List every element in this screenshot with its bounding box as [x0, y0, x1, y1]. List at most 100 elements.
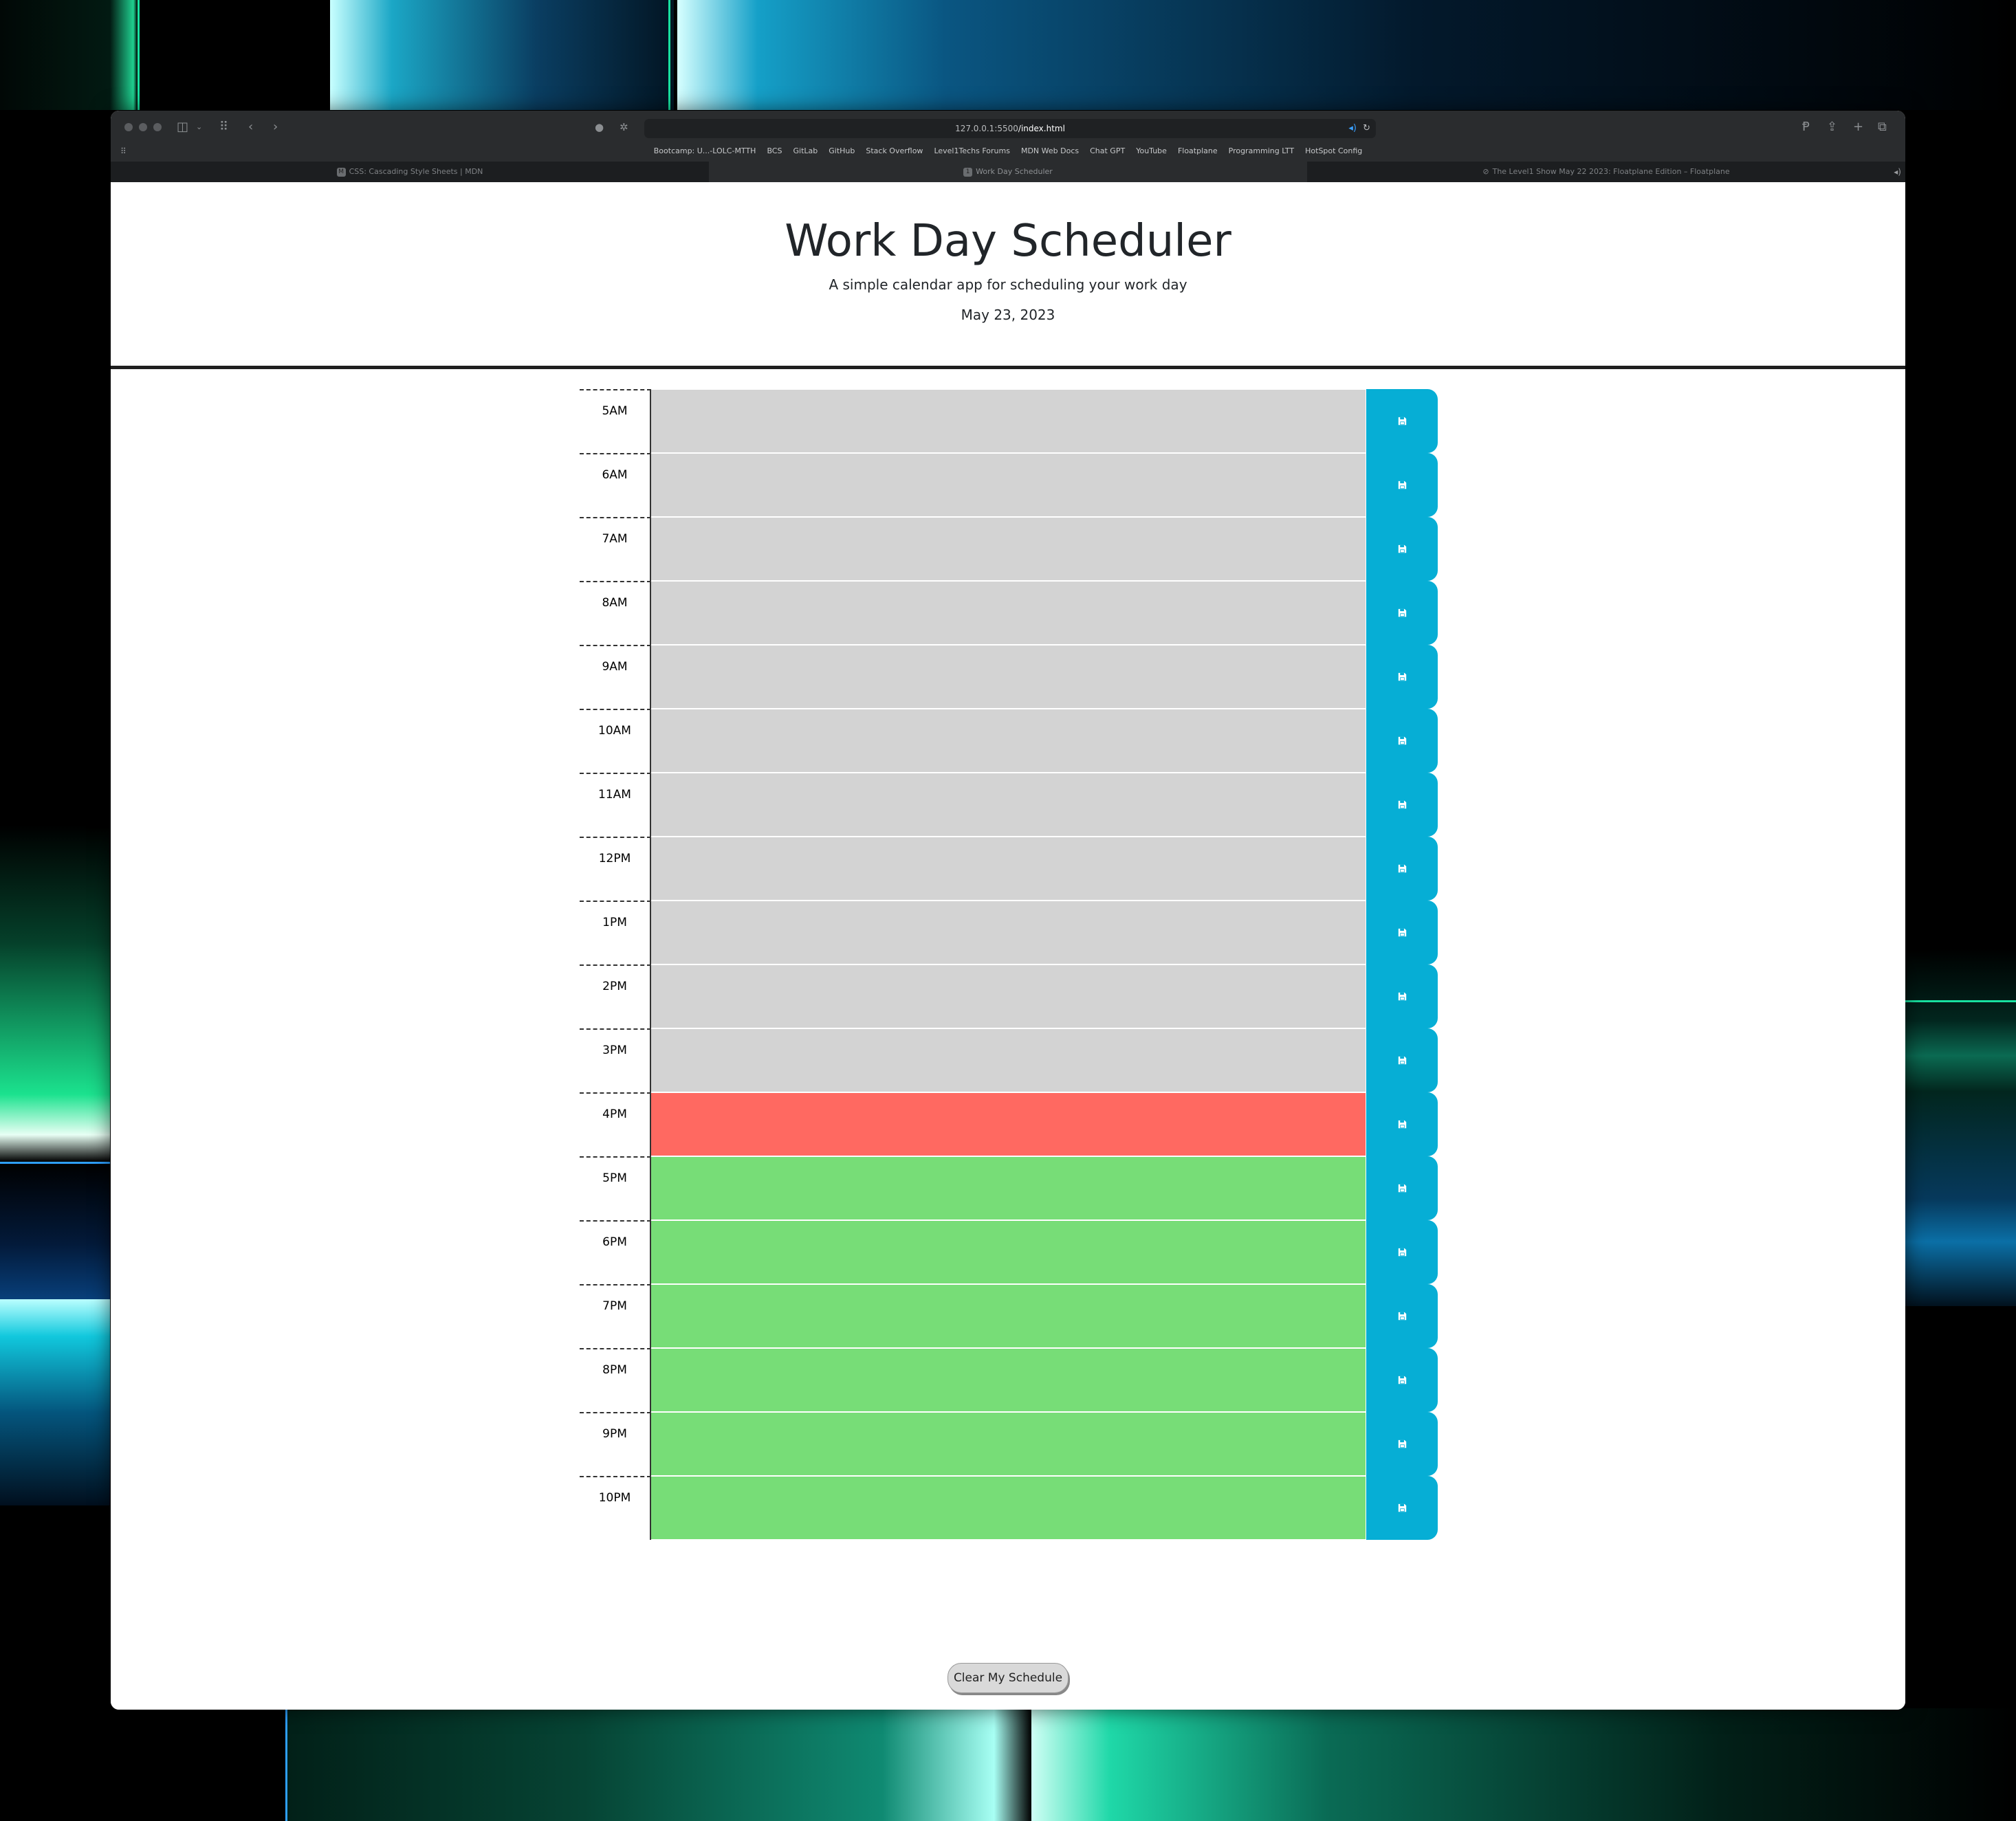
tab-label: The Level1 Show May 22 2023: Floatplane …: [1492, 167, 1730, 176]
save-button[interactable]: [1366, 389, 1438, 453]
wallpaper-left-dark: [0, 1505, 110, 1821]
forward-icon[interactable]: ›: [273, 118, 278, 136]
tabs-icon[interactable]: ⧉: [1878, 118, 1887, 136]
extension-b-icon[interactable]: Ᵽ: [1802, 118, 1810, 136]
save-button[interactable]: [1366, 1220, 1438, 1284]
event-description-textarea[interactable]: [651, 1348, 1366, 1412]
wallpaper-line: [668, 0, 670, 110]
bookmark-item[interactable]: Floatplane: [1178, 144, 1218, 159]
event-description-textarea[interactable]: [651, 453, 1366, 517]
address-bar[interactable]: 127.0.0.1:5500/index.html ◂) ↻: [644, 119, 1376, 138]
bookmark-item[interactable]: Level1Techs Forums: [934, 144, 1010, 159]
event-description-textarea[interactable]: [651, 1156, 1366, 1220]
hour-label: 4PM: [580, 1092, 651, 1156]
event-description-textarea[interactable]: [651, 901, 1366, 964]
time-block-row: 4PM: [580, 1092, 1438, 1156]
time-block-row: 10PM: [580, 1476, 1438, 1540]
save-button[interactable]: [1366, 1028, 1438, 1092]
save-button[interactable]: [1366, 709, 1438, 773]
sidebar-icon[interactable]: ◫: [177, 118, 188, 136]
time-block-row: 12PM: [580, 837, 1438, 901]
hour-label: 6PM: [580, 1220, 651, 1284]
bookmark-item[interactable]: Stack Overflow: [866, 144, 923, 159]
url-host: 127.0.0.1:5500: [955, 124, 1018, 133]
speaker-icon[interactable]: ◂): [1348, 119, 1357, 138]
save-button[interactable]: [1366, 1412, 1438, 1476]
bookmark-item[interactable]: Bootcamp: U...-LOLC-MTTH: [654, 144, 756, 159]
bookmark-item[interactable]: MDN Web Docs: [1021, 144, 1079, 159]
audio-playing-icon[interactable]: ◂): [1894, 162, 1901, 182]
hour-label: 1PM: [580, 901, 651, 964]
url-path: /index.html: [1018, 124, 1065, 133]
save-button[interactable]: [1366, 1156, 1438, 1220]
event-description-textarea[interactable]: [651, 1476, 1366, 1540]
save-button[interactable]: [1366, 1284, 1438, 1348]
clear-schedule-button[interactable]: Clear My Schedule: [947, 1663, 1069, 1693]
wallpaper-line: [1905, 1000, 2016, 1002]
wallpaper-bottom-right: [1031, 1708, 2016, 1821]
chevron-down-icon[interactable]: ⌄: [196, 118, 202, 136]
tab-floatplane[interactable]: ⊘ The Level1 Show May 22 2023: Floatplane…: [1307, 162, 1905, 182]
close-window-button[interactable]: [124, 123, 133, 131]
floppy-disk-icon: [1398, 1312, 1407, 1321]
save-button[interactable]: [1366, 517, 1438, 581]
save-button[interactable]: [1366, 645, 1438, 709]
mdn-favicon-icon: M: [336, 167, 346, 177]
event-description-textarea[interactable]: [651, 389, 1366, 453]
save-button[interactable]: [1366, 581, 1438, 645]
floppy-disk-icon: [1398, 1503, 1407, 1512]
bookmark-item[interactable]: GitLab: [793, 144, 818, 159]
hour-label: 10AM: [580, 709, 651, 773]
time-block-row: 8AM: [580, 581, 1438, 645]
save-button[interactable]: [1366, 1348, 1438, 1412]
save-button[interactable]: [1366, 901, 1438, 964]
floppy-disk-icon: [1398, 672, 1407, 681]
event-description-textarea[interactable]: [651, 1284, 1366, 1348]
reload-icon[interactable]: ↻: [1363, 119, 1370, 138]
save-button[interactable]: [1366, 1476, 1438, 1540]
hour-label: 9AM: [580, 645, 651, 709]
new-tab-icon[interactable]: +: [1853, 118, 1863, 136]
zoom-window-button[interactable]: [153, 123, 162, 131]
event-description-textarea[interactable]: [651, 709, 1366, 773]
tab-work-day-scheduler[interactable]: 1 Work Day Scheduler: [709, 162, 1307, 182]
event-description-textarea[interactable]: [651, 773, 1366, 837]
bookmark-item[interactable]: YouTube: [1136, 144, 1167, 159]
save-button[interactable]: [1366, 773, 1438, 837]
tab-mdn-css[interactable]: M CSS: Cascading Style Sheets | MDN: [111, 162, 709, 182]
time-block-row: 8PM: [580, 1348, 1438, 1412]
time-block-row: 9AM: [580, 645, 1438, 709]
hour-label: 5AM: [580, 389, 651, 453]
extension-icon[interactable]: ✲: [620, 118, 628, 136]
save-button[interactable]: [1366, 964, 1438, 1028]
event-description-textarea[interactable]: [651, 837, 1366, 901]
save-button[interactable]: [1366, 1092, 1438, 1156]
tab-overview-icon[interactable]: ⠿: [219, 118, 228, 136]
shield-check-icon[interactable]: ●: [595, 118, 604, 136]
event-description-textarea[interactable]: [651, 1092, 1366, 1156]
window-controls[interactable]: [124, 123, 162, 131]
bookmark-item[interactable]: Programming LTT: [1229, 144, 1295, 159]
save-button[interactable]: [1366, 837, 1438, 901]
bookmark-item[interactable]: GitHub: [829, 144, 855, 159]
save-button[interactable]: [1366, 453, 1438, 517]
bookmarks-bar: Bootcamp: U...-LOLC-MTTH BCS GitLab GitH…: [111, 144, 1905, 159]
event-description-textarea[interactable]: [651, 1412, 1366, 1476]
page-favicon-icon: 1: [963, 167, 973, 177]
event-description-textarea[interactable]: [651, 645, 1366, 709]
current-date: May 23, 2023: [961, 307, 1055, 323]
event-description-textarea[interactable]: [651, 1028, 1366, 1092]
back-icon[interactable]: ‹: [248, 118, 253, 136]
hour-label: 9PM: [580, 1412, 651, 1476]
bookmark-item[interactable]: Chat GPT: [1090, 144, 1125, 159]
event-description-textarea[interactable]: [651, 517, 1366, 581]
wallpaper-bottom-left: [285, 1708, 1031, 1821]
minimize-window-button[interactable]: [139, 123, 147, 131]
bookmark-item[interactable]: BCS: [767, 144, 782, 159]
share-icon[interactable]: ⇪: [1827, 118, 1837, 136]
event-description-textarea[interactable]: [651, 964, 1366, 1028]
bookmark-item[interactable]: HotSpot Config: [1305, 144, 1362, 159]
hour-label: 11AM: [580, 773, 651, 837]
event-description-textarea[interactable]: [651, 581, 1366, 645]
event-description-textarea[interactable]: [651, 1220, 1366, 1284]
